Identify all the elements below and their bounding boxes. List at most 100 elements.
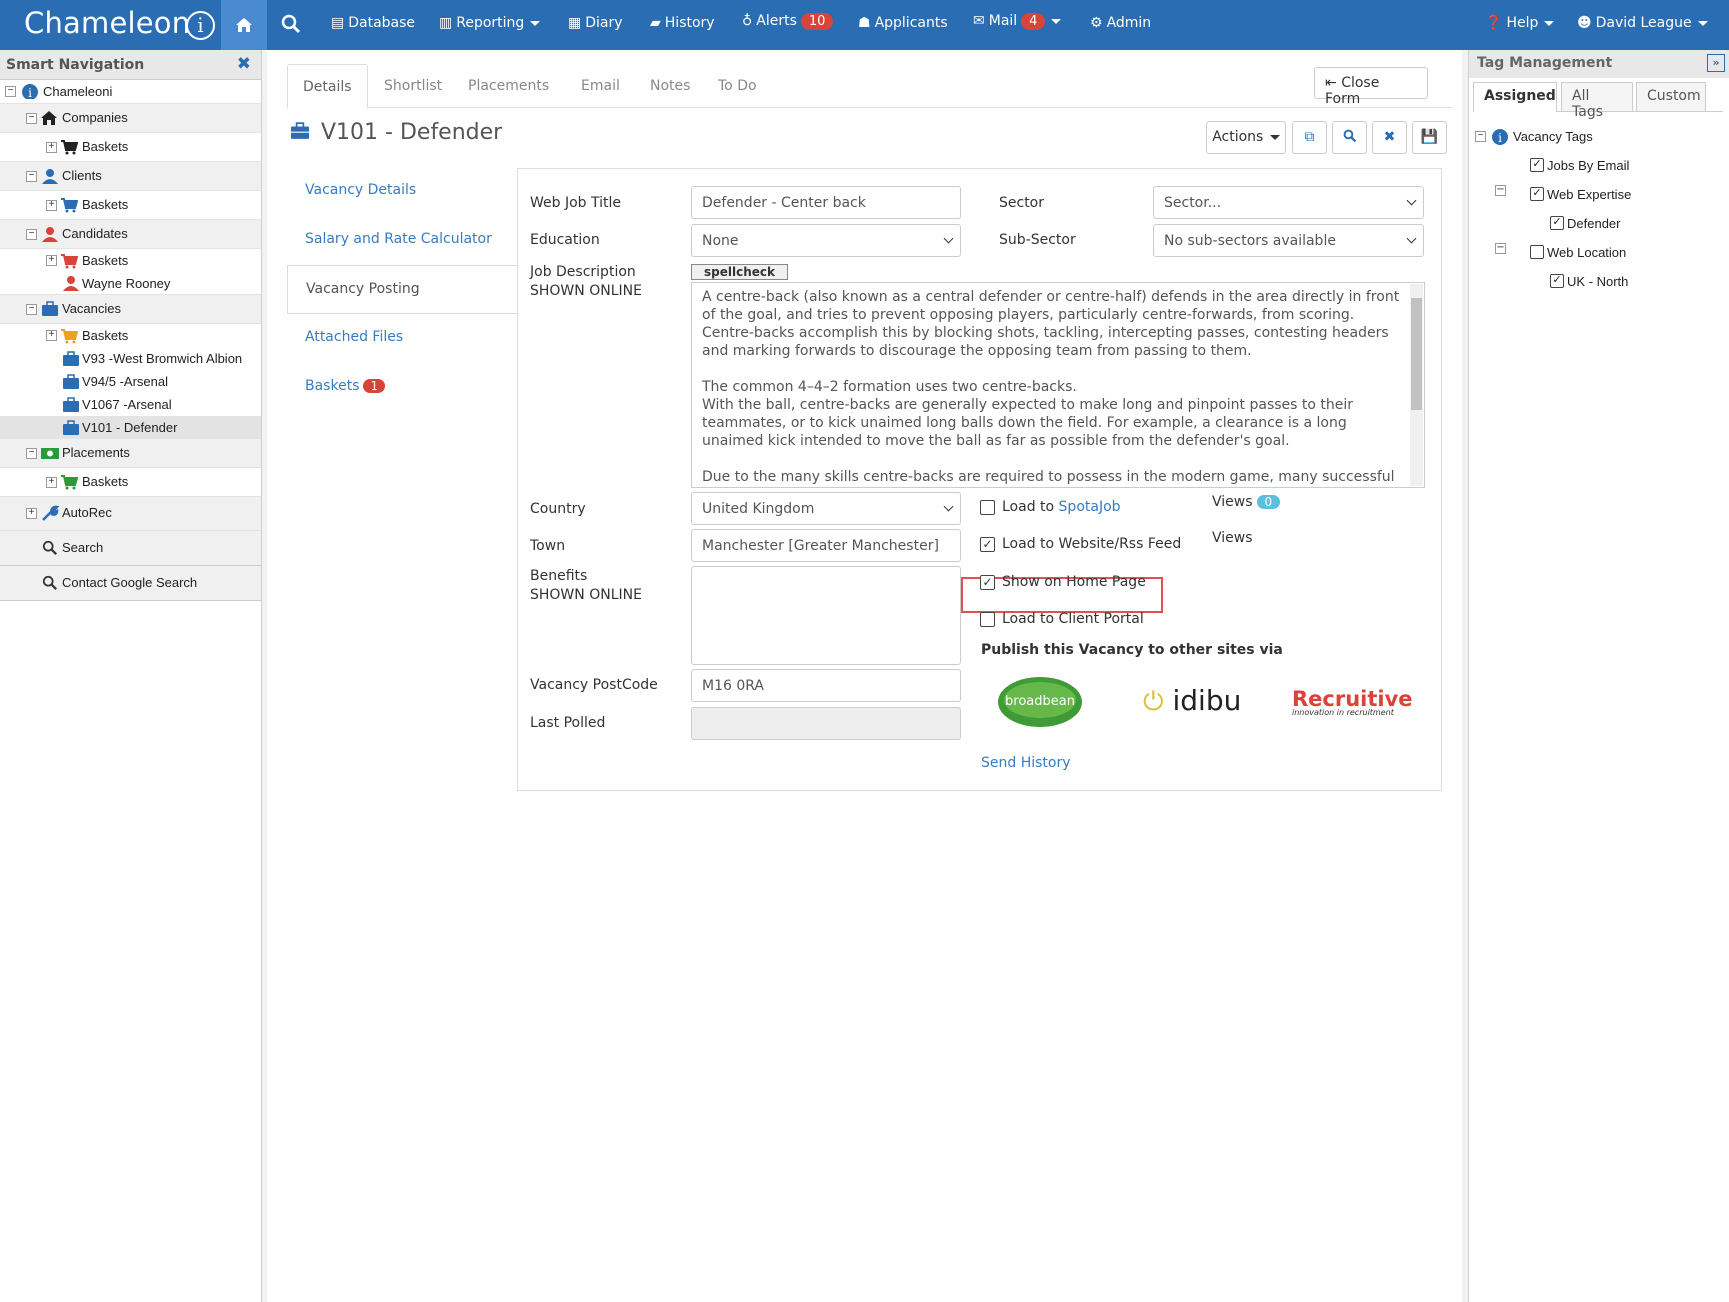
menu-salary-calculator[interactable]: Salary and Rate Calculator bbox=[287, 216, 517, 265]
tree-root[interactable]: − i Chameleoni bbox=[0, 80, 261, 104]
broadbean-logo[interactable]: broadbean bbox=[997, 676, 1083, 728]
tree-baskets[interactable]: + Baskets bbox=[0, 133, 261, 162]
spellcheck-button[interactable]: spellcheck bbox=[691, 264, 788, 280]
collapse-icon[interactable]: − bbox=[1475, 131, 1486, 142]
save-button[interactable]: 💾 bbox=[1412, 121, 1447, 154]
subsector-select[interactable]: No sub-sectors available bbox=[1153, 224, 1424, 257]
spotajob-link[interactable]: SpotaJob bbox=[1059, 499, 1121, 515]
tree-baskets[interactable]: + Baskets bbox=[0, 324, 261, 347]
envelope-icon: ✉ bbox=[973, 13, 985, 29]
collapse-icon[interactable]: − bbox=[26, 113, 37, 124]
nav-history[interactable]: ▰ History bbox=[650, 15, 715, 31]
delete-button[interactable]: ✖ bbox=[1372, 121, 1407, 154]
tag-checkbox[interactable] bbox=[1530, 245, 1544, 259]
scrollbar-thumb[interactable] bbox=[1411, 298, 1422, 410]
tree-vacancy-item-selected[interactable]: V101 - Defender bbox=[0, 416, 261, 439]
panel-title: Smart Navigation bbox=[6, 57, 145, 73]
web-job-title-input[interactable]: Defender - Center back bbox=[691, 186, 961, 219]
close-form-button[interactable]: ⇤ Close Form bbox=[1314, 67, 1428, 107]
tab-all-tags[interactable]: All Tags bbox=[1561, 82, 1633, 120]
tree-vacancies[interactable]: − Vacancies bbox=[0, 295, 261, 324]
tab-todo[interactable]: To Do bbox=[703, 64, 772, 109]
show-home-checkbox[interactable]: ✓ bbox=[980, 575, 995, 590]
town-input[interactable]: Manchester [Greater Manchester] bbox=[691, 529, 961, 562]
load-client-checkbox[interactable] bbox=[980, 612, 995, 627]
education-select[interactable]: None bbox=[691, 224, 961, 257]
tree-baskets[interactable]: + Baskets bbox=[0, 468, 261, 497]
menu-vacancy-details[interactable]: Vacancy Details bbox=[287, 167, 517, 216]
tree-vacancy-item[interactable]: V93 -West Bromwich Albion bbox=[0, 347, 261, 370]
search-button[interactable] bbox=[1332, 121, 1367, 154]
expand-icon[interactable]: + bbox=[46, 477, 57, 488]
tab-details[interactable]: Details bbox=[287, 64, 368, 109]
collapse-icon[interactable]: − bbox=[26, 304, 37, 315]
tree-clients[interactable]: − Clients bbox=[0, 162, 261, 191]
tab-placements[interactable]: Placements bbox=[453, 64, 564, 109]
collapse-icon[interactable]: − bbox=[5, 86, 16, 97]
close-icon[interactable]: ✖ bbox=[237, 54, 251, 74]
home-button[interactable] bbox=[221, 0, 267, 50]
tree-contact-google-search[interactable]: Contact Google Search bbox=[0, 566, 261, 601]
load-website-checkbox[interactable]: ✓ bbox=[980, 537, 995, 552]
collapse-icon[interactable]: − bbox=[26, 448, 37, 459]
tree-companies[interactable]: − Companies bbox=[0, 104, 261, 133]
double-chevron-right-icon[interactable]: » bbox=[1707, 54, 1725, 72]
tab-email[interactable]: Email bbox=[566, 64, 635, 109]
menu-vacancy-posting[interactable]: Vacancy Posting bbox=[287, 265, 518, 314]
country-select[interactable]: United Kingdom bbox=[691, 492, 961, 525]
idibu-logo[interactable]: ⏻ idibu bbox=[1143, 684, 1241, 718]
nav-admin[interactable]: ⚙ Admin bbox=[1090, 15, 1151, 31]
help-menu[interactable]: ❓ Help bbox=[1485, 15, 1555, 31]
copy-button[interactable]: ⧉ bbox=[1292, 121, 1327, 154]
nav-database[interactable]: ▤ Database bbox=[331, 15, 415, 31]
cart-icon bbox=[61, 198, 78, 213]
send-history-link[interactable]: Send History bbox=[981, 755, 1071, 771]
tree-candidates[interactable]: − Candidates bbox=[0, 220, 261, 249]
job-description-textarea[interactable]: A centre-back (also known as a central d… bbox=[691, 282, 1425, 488]
collapse-icon[interactable]: − bbox=[26, 229, 37, 240]
menu-attached-files[interactable]: Attached Files bbox=[287, 314, 517, 363]
info-icon[interactable]: i bbox=[186, 11, 215, 40]
user-menu[interactable]: ☻ David League bbox=[1577, 15, 1708, 31]
expand-icon[interactable]: + bbox=[46, 255, 57, 266]
tree-vacancy-item[interactable]: V1067 -Arsenal bbox=[0, 393, 261, 416]
tag-checkbox[interactable]: ✓ bbox=[1530, 158, 1544, 172]
collapse-icon[interactable]: − bbox=[1495, 185, 1506, 196]
collapse-icon[interactable]: − bbox=[1495, 243, 1506, 254]
menu-baskets[interactable]: Baskets 1 bbox=[287, 363, 517, 412]
expand-icon[interactable]: + bbox=[46, 330, 57, 341]
tree-baskets[interactable]: + Baskets bbox=[0, 249, 261, 272]
benefits-textarea[interactable] bbox=[691, 566, 961, 665]
sector-select[interactable]: Sector... bbox=[1153, 186, 1424, 219]
nav-mail[interactable]: ✉ Mail 4 bbox=[973, 13, 1062, 30]
app-logo[interactable]: Chameleon bbox=[24, 6, 190, 40]
tree-baskets[interactable]: + Baskets bbox=[0, 191, 261, 220]
nav-alerts[interactable]: ♁ Alerts 10 bbox=[742, 13, 834, 30]
expand-icon[interactable]: + bbox=[26, 508, 37, 519]
tab-notes[interactable]: Notes bbox=[635, 64, 705, 109]
tree-candidate-item[interactable]: Wayne Rooney bbox=[0, 272, 261, 295]
textarea-scrollbar[interactable] bbox=[1410, 284, 1423, 486]
tree-search[interactable]: Search bbox=[0, 531, 261, 566]
tab-shortlist[interactable]: Shortlist bbox=[369, 64, 457, 109]
tab-custom[interactable]: Custom bbox=[1636, 82, 1706, 111]
tag-checkbox[interactable]: ✓ bbox=[1530, 187, 1544, 201]
tag-checkbox[interactable]: ✓ bbox=[1550, 274, 1564, 288]
search-icon[interactable] bbox=[281, 13, 301, 35]
tree-placements[interactable]: − Placements bbox=[0, 439, 261, 468]
nav-applicants[interactable]: ☗ Applicants bbox=[858, 15, 948, 31]
tag-checkbox[interactable]: ✓ bbox=[1550, 216, 1564, 230]
nav-reporting[interactable]: ▥ Reporting bbox=[439, 15, 541, 31]
postcode-input[interactable]: M16 0RA bbox=[691, 669, 961, 702]
spotajob-checkbox[interactable] bbox=[980, 500, 995, 515]
recruitive-logo[interactable]: Recruitive innovation in recruitment bbox=[1292, 687, 1413, 717]
tree-vacancy-item[interactable]: V94/5 -Arsenal bbox=[0, 370, 261, 393]
collapse-icon[interactable]: − bbox=[26, 171, 37, 182]
tab-assigned[interactable]: Assigned bbox=[1473, 82, 1557, 112]
expand-icon[interactable]: + bbox=[46, 200, 57, 211]
expand-icon[interactable]: + bbox=[46, 142, 57, 153]
nav-diary[interactable]: ▦ Diary bbox=[568, 15, 623, 31]
tree-autorec[interactable]: + AutoRec bbox=[0, 497, 261, 531]
tag-management-header: Tag Management » bbox=[1469, 50, 1729, 78]
actions-dropdown[interactable]: Actions bbox=[1206, 121, 1286, 154]
